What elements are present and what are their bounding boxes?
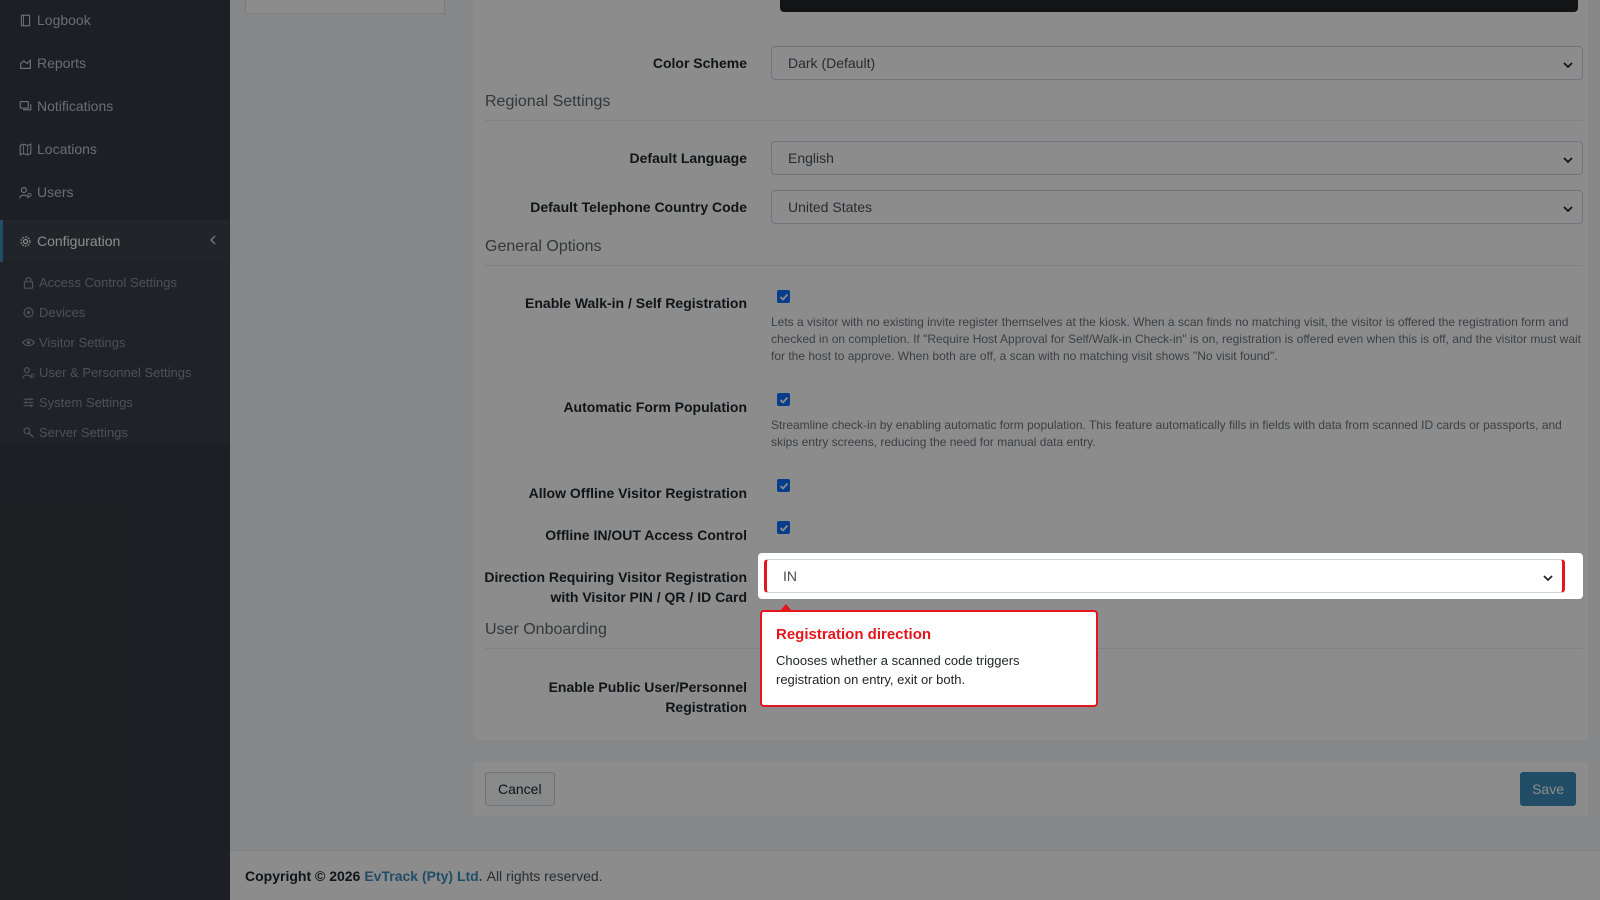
direction-select[interactable]: IN [764, 559, 1565, 593]
tour-overlay [0, 0, 1600, 900]
chevron-down-icon [1542, 571, 1554, 583]
tooltip-body: Chooses whether a scanned code triggers … [776, 653, 1020, 687]
tooltip-arrow [780, 604, 792, 611]
select-value: IN [783, 568, 797, 584]
highlighted-field: IN [758, 553, 1583, 599]
tooltip-title: Registration direction [776, 626, 932, 643]
tour-tooltip: Registration direction Chooses whether a… [760, 604, 1098, 707]
